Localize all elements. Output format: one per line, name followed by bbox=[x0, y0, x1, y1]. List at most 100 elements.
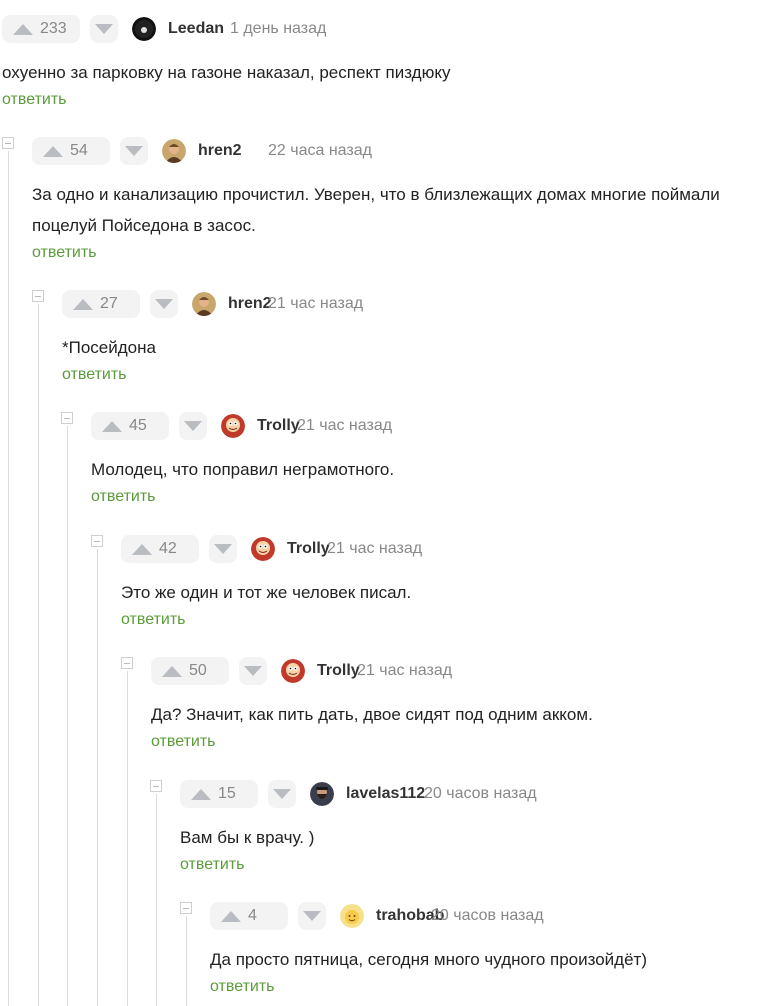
author-name[interactable]: Leedan bbox=[168, 15, 224, 43]
author-name[interactable]: hren2 bbox=[228, 290, 272, 318]
comment-text: Да просто пятница, сегодня много чудного… bbox=[210, 950, 647, 969]
reply-link[interactable]: ответить bbox=[151, 732, 216, 752]
rating-count: 50 bbox=[189, 662, 207, 679]
reply-link[interactable]: ответить bbox=[91, 487, 156, 507]
downvote-button[interactable] bbox=[268, 780, 296, 808]
comment-time[interactable]: 20 часов назад bbox=[424, 780, 537, 808]
avatar[interactable] bbox=[162, 139, 186, 163]
avatar[interactable] bbox=[340, 904, 364, 928]
arrow-up-icon bbox=[191, 789, 211, 800]
author-name[interactable]: Trolly bbox=[257, 412, 300, 440]
downvote-button[interactable] bbox=[179, 412, 207, 440]
arrow-down-icon bbox=[125, 146, 143, 156]
rating-count: 45 bbox=[129, 417, 147, 434]
reply-link[interactable]: ответить bbox=[32, 243, 97, 263]
arrow-down-icon bbox=[244, 666, 262, 676]
arrow-up-icon bbox=[73, 299, 93, 310]
comment-text: Вам бы к врачу. ) bbox=[180, 828, 315, 847]
downvote-button[interactable] bbox=[239, 657, 267, 685]
collapse-toggle[interactable] bbox=[180, 902, 192, 914]
downvote-button[interactable] bbox=[90, 15, 118, 43]
comment-text: Да? Значит, как пить дать, двое сидят по… bbox=[151, 705, 593, 724]
rating-count: 42 bbox=[159, 540, 177, 557]
rating-pill: 54 bbox=[32, 137, 110, 165]
rating-count: 233 bbox=[40, 20, 67, 37]
author-name[interactable]: hren2 bbox=[198, 137, 242, 165]
reply-link[interactable]: ответить bbox=[2, 90, 67, 110]
collapse-toggle[interactable] bbox=[121, 657, 133, 669]
author-name[interactable]: Trolly bbox=[317, 657, 360, 685]
author-name[interactable]: Trolly bbox=[287, 535, 330, 563]
comment-time[interactable]: 21 час назад bbox=[297, 412, 392, 440]
comment-text: охуенно за парковку на газоне наказал, р… bbox=[2, 63, 451, 82]
comment-thread: 233 Leedan 1 день назад охуенно за парковку… bbox=[0, 0, 770, 1006]
comment-time[interactable]: 21 час назад bbox=[268, 290, 363, 318]
avatar[interactable] bbox=[310, 782, 334, 806]
comment-header: 54 hren2 22 часа назад bbox=[32, 137, 762, 165]
collapse-toggle[interactable] bbox=[91, 535, 103, 547]
comment-time[interactable]: 22 часа назад bbox=[268, 137, 372, 165]
reply-link[interactable]: ответить bbox=[210, 977, 275, 997]
arrow-down-icon bbox=[155, 299, 173, 309]
comment: 50 Trolly 21 час назад Да? Значит, как пить… bbox=[151, 657, 762, 752]
author-name[interactable]: lavelas112 bbox=[346, 780, 425, 808]
comment-header: 27 hren2 21 час назад bbox=[62, 290, 762, 318]
comment-text: Молодец, что поправил неграмотного. bbox=[91, 460, 395, 479]
thread-guide-line[interactable] bbox=[156, 794, 157, 1006]
collapse-toggle[interactable] bbox=[32, 290, 44, 302]
arrow-down-icon bbox=[303, 911, 321, 921]
thread-guide-line[interactable] bbox=[8, 151, 9, 1006]
comment-header: 15 lavelas112 20 часов назад bbox=[180, 780, 762, 808]
arrow-down-icon bbox=[95, 24, 113, 34]
comment-header: 45 Trolly 21 час назад bbox=[91, 412, 762, 440]
thread-guide-line[interactable] bbox=[186, 916, 187, 1006]
collapse-toggle[interactable] bbox=[2, 137, 14, 149]
comment: 4 trahobab 20 часов назад Да просто пятница… bbox=[210, 902, 762, 997]
rating-pill: 4 bbox=[210, 902, 288, 930]
comment-time[interactable]: 1 день назад bbox=[230, 15, 326, 43]
thread-guide-line[interactable] bbox=[127, 671, 128, 1006]
arrow-up-icon bbox=[221, 911, 241, 922]
arrow-down-icon bbox=[184, 421, 202, 431]
thread-guide-line[interactable] bbox=[38, 304, 39, 1006]
avatar[interactable] bbox=[281, 659, 305, 683]
comment-text: За одно и канализацию прочистил. Уверен,… bbox=[32, 185, 720, 235]
arrow-up-icon bbox=[43, 146, 63, 157]
arrow-up-icon bbox=[102, 421, 122, 432]
comment-time[interactable]: 20 часов назад bbox=[431, 902, 544, 930]
avatar[interactable] bbox=[132, 17, 156, 41]
comment: 45 Trolly 21 час назад Молодец, что поправи… bbox=[91, 412, 762, 507]
downvote-button[interactable] bbox=[120, 137, 148, 165]
collapse-toggle[interactable] bbox=[61, 412, 73, 424]
downvote-button[interactable] bbox=[150, 290, 178, 318]
reply-link[interactable]: ответить bbox=[121, 610, 186, 630]
arrow-down-icon bbox=[214, 544, 232, 554]
comment-time[interactable]: 21 час назад bbox=[327, 535, 422, 563]
comment: 233 Leedan 1 день назад охуенно за парковку… bbox=[2, 15, 762, 110]
comment: 27 hren2 21 час назад *Посейдона ответить bbox=[62, 290, 762, 385]
downvote-button[interactable] bbox=[209, 535, 237, 563]
reply-link[interactable]: ответить bbox=[180, 855, 245, 875]
comment: 42 Trolly 21 час назад Это же один и тот же… bbox=[121, 535, 762, 630]
reply-link[interactable]: ответить bbox=[62, 365, 127, 385]
collapse-toggle[interactable] bbox=[150, 780, 162, 792]
rating-count: 54 bbox=[70, 142, 88, 159]
comment-text: Это же один и тот же человек писал. bbox=[121, 583, 412, 602]
rating-pill: 15 bbox=[180, 780, 258, 808]
avatar[interactable] bbox=[251, 537, 275, 561]
comment-header: 42 Trolly 21 час назад bbox=[121, 535, 762, 563]
rating-count: 4 bbox=[248, 907, 257, 924]
thread-guide-line[interactable] bbox=[67, 426, 68, 1006]
comment-header: 4 trahobab 20 часов назад bbox=[210, 902, 762, 930]
thread-guide-line[interactable] bbox=[97, 549, 98, 1006]
downvote-button[interactable] bbox=[298, 902, 326, 930]
arrow-up-icon bbox=[132, 544, 152, 555]
avatar[interactable] bbox=[221, 414, 245, 438]
avatar[interactable] bbox=[192, 292, 216, 316]
rating-pill: 27 bbox=[62, 290, 140, 318]
arrow-up-icon bbox=[162, 666, 182, 677]
comment-text: *Посейдона bbox=[62, 338, 156, 357]
comment-header: 50 Trolly 21 час назад bbox=[151, 657, 762, 685]
comment-time[interactable]: 21 час назад bbox=[357, 657, 452, 685]
rating-count: 27 bbox=[100, 295, 118, 312]
